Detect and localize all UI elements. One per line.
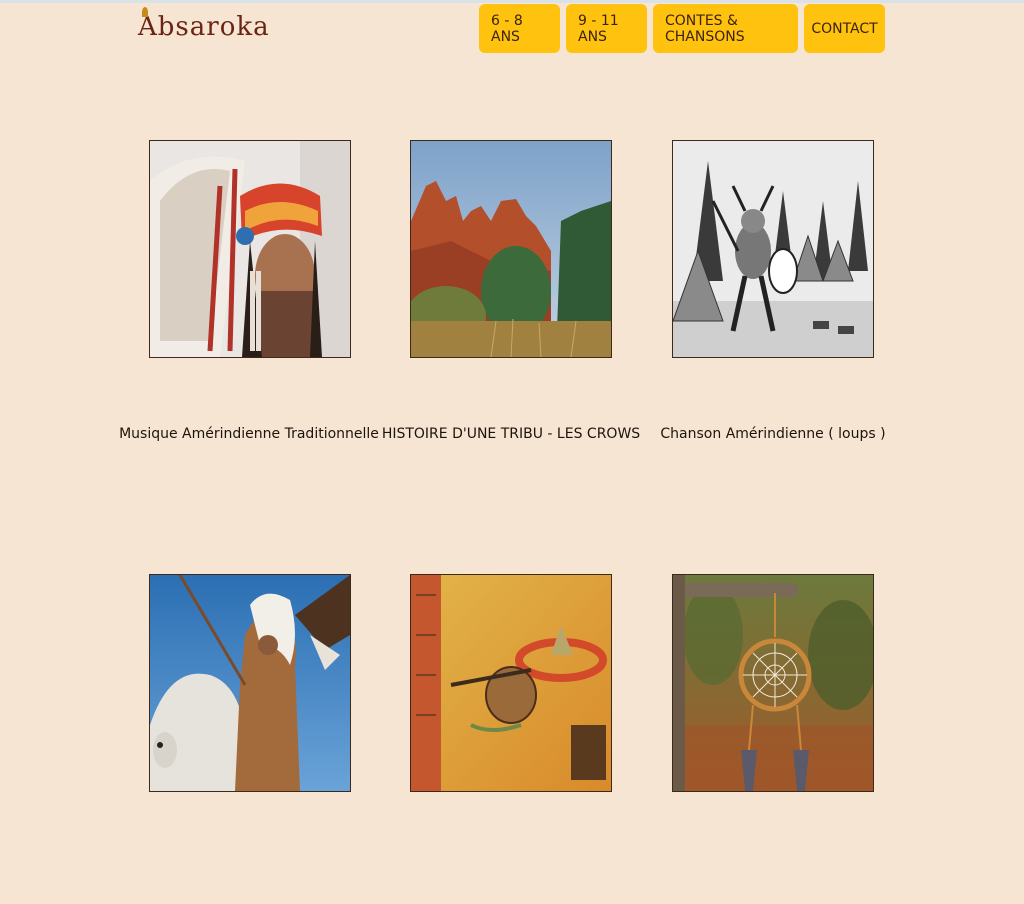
nav-6-8-ans[interactable]: 6 - 8 ANS bbox=[479, 4, 560, 53]
card-chanson: Chanson Amérindienne ( loups ) bbox=[660, 140, 934, 470]
nav-9-11-ans[interactable]: 9 - 11 ANS bbox=[566, 4, 647, 53]
card-image-red-rocks[interactable] bbox=[410, 140, 612, 358]
card-image-chief-portrait[interactable] bbox=[149, 140, 351, 358]
card-musique: Musique Amérindienne Traditionnelle bbox=[119, 140, 411, 470]
card-image-tribal-painting[interactable] bbox=[410, 574, 612, 792]
nav-contact[interactable]: CONTACT bbox=[804, 4, 885, 53]
card-image-engraving[interactable] bbox=[672, 140, 874, 358]
logo-text: Absaroka bbox=[138, 12, 270, 42]
card-dreamcatcher bbox=[672, 574, 934, 904]
card-image-warrior-eagle[interactable] bbox=[149, 574, 351, 792]
card-warrior bbox=[149, 574, 411, 904]
site-header: Absaroka 6 - 8 ANS 9 - 11 ANS CONTES & C… bbox=[0, 3, 1024, 63]
site-logo[interactable]: Absaroka bbox=[138, 7, 270, 43]
card-painting bbox=[410, 574, 672, 904]
feather-icon bbox=[142, 7, 148, 17]
card-histoire: HISTOIRE D'UNE TRIBU - LES CROWS bbox=[382, 140, 672, 470]
card-title[interactable]: Chanson Amérindienne ( loups ) bbox=[612, 426, 934, 442]
nav-contes-chansons[interactable]: CONTES & CHANSONS bbox=[653, 4, 798, 53]
card-image-dreamcatcher[interactable] bbox=[672, 574, 874, 792]
main-nav: 6 - 8 ANS 9 - 11 ANS CONTES & CHANSONS C… bbox=[479, 4, 885, 53]
